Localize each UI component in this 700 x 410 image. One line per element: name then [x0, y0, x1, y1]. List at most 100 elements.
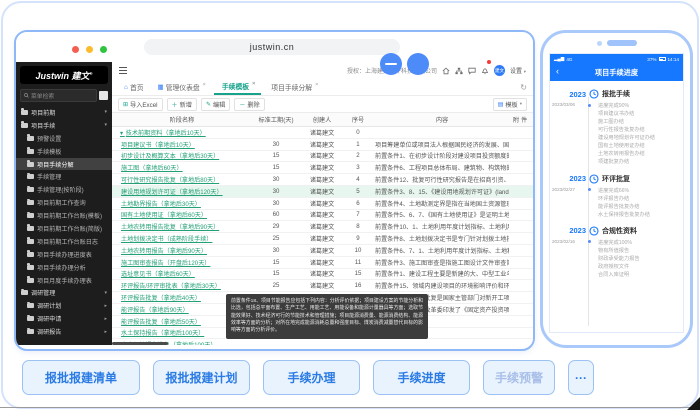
sidebar-menu-item[interactable]: 调研申请 ▸ — [16, 312, 112, 325]
col-attachment: 附件 — [509, 115, 533, 124]
sidebar-menu-item[interactable]: 项目前期工作台账(简版) — [16, 222, 112, 235]
stage-name-link[interactable]: 选址意见书（拿地后60天） — [112, 269, 252, 278]
sidebar-collapse-icon[interactable] — [99, 91, 108, 100]
hamburger-menu-icon[interactable] — [119, 67, 127, 74]
toolbar-button[interactable]: ⊞ 导入Excel — [118, 98, 163, 111]
settings-button[interactable]: 设置 ▾ — [510, 66, 526, 75]
tab-close-icon[interactable]: × — [252, 81, 255, 87]
sidebar-menu-item[interactable]: 手续管理(按阶段) — [16, 183, 112, 196]
timeline-date: 2023/03/06 — [550, 102, 588, 167]
table-row[interactable]: 施工图（拿地后60天） 15 诸葛建文 3 前置条件6、工程项目总体布局、建筑物… — [112, 162, 533, 174]
table-row[interactable]: 土地农转用报告（拿地后90天） 30 诸葛建文 10 前置条件6、7、1、土地利… — [112, 245, 533, 257]
table-row[interactable]: 国有土地使用证（拿地后60天） 60 诸葛建文 7 前置条件5、6、7、《国有土… — [112, 210, 533, 222]
toolbar-button[interactable]: － 删除 — [234, 98, 264, 111]
tab[interactable]: 项目手续分解 × — [263, 79, 324, 95]
stage-name-link[interactable]: 环评报告/环评审批表（拿地后30天） — [112, 281, 252, 290]
toolbar-button-icon: ✎ — [206, 101, 211, 108]
feature-button[interactable]: 手续进度 — [373, 360, 470, 395]
home-icon[interactable] — [442, 67, 450, 75]
sidebar-menu-item[interactable]: 调研报告 ▸ — [16, 325, 112, 338]
tab-close-icon[interactable]: × — [315, 82, 318, 88]
chat-icon[interactable] — [468, 67, 476, 75]
back-chevron-icon[interactable]: ‹ — [556, 66, 559, 76]
table-row[interactable]: 土地勘界报告（拿地后30天） 30 诸葛建文 6 前置条件4、土地勘测定界是指在… — [112, 198, 533, 210]
sidebar-menu-item[interactable]: 调研管理 ▾ — [16, 286, 112, 299]
maximize-window-icon[interactable] — [100, 46, 107, 53]
sidebar-menu-item[interactable]: 项目手续办理分析 — [16, 261, 112, 274]
table-row[interactable]: ▾ 技术前期资料（拿地后10天） 诸葛建文 0 — [112, 127, 533, 139]
tab-close-icon[interactable]: × — [203, 82, 206, 88]
row-expand-icon[interactable]: ▾ — [120, 130, 125, 137]
table-row[interactable]: 建设用地规划许可证（拿地后120天） 30 诸葛建文 5 前置条件3、8、15、… — [112, 186, 533, 198]
minimize-window-icon[interactable] — [86, 46, 93, 53]
toolbar-button-label: 编辑 — [213, 100, 225, 109]
sidebar-menu-item[interactable]: 预警设置 — [16, 132, 112, 145]
sidebar-item-label: 项目手续办理分析 — [37, 263, 86, 272]
url-bar[interactable]: justwin.cn — [144, 39, 400, 55]
sitemap-icon[interactable] — [455, 67, 463, 75]
stage-name-link[interactable]: 可行性研究报告批复（拿地后80天） — [112, 175, 252, 184]
stage-name-link[interactable]: 土地勘界报告（拿地后30天） — [112, 199, 252, 208]
sidebar-menu-item[interactable]: 项目手续 ▾ — [16, 119, 112, 132]
tab-label: 手续模板 — [222, 81, 249, 91]
feature-button[interactable]: 手续办理 — [263, 360, 360, 395]
table-row[interactable]: 施工图审查报告（开盘后120天） 15 诸葛建文 11 前置条件3、施工图审查是… — [112, 257, 533, 269]
toolbar-button[interactable]: ＋ 新增 — [167, 98, 197, 111]
tab[interactable]: ⌂ 首页 — [118, 79, 150, 95]
table-row[interactable]: 项目建议书（拿地后10天） 30 诸葛建文 1 项目筹建单位或项目法人根据国民经… — [112, 139, 533, 151]
table-row[interactable]: 土地农转用报告批复（拿地后90天） 29 诸葛建文 8 前置条件10、1、土地利… — [112, 221, 533, 233]
table-row[interactable]: 土地划拨决定书（成熟阶段手续） 25 诸葛建文 9 前置条件8、土地划拨决定书是… — [112, 233, 533, 245]
folder-icon — [27, 226, 34, 231]
content-cell: 前置条件6、7、1、土地利用年度计划指标、土地利用年度... — [372, 246, 509, 255]
sidebar-menu-item[interactable]: 项目前期工作台账日志 — [16, 235, 112, 248]
stage-name-link[interactable]: 项目建议书（拿地后10天） — [112, 140, 252, 149]
toolbar-button-label: 新增 — [180, 100, 192, 109]
timeline-group: 2023 环评批复 2023/02/27 进度完成66%环评报告办结能评报告批复… — [550, 174, 683, 219]
feature-button[interactable]: ··· — [568, 360, 594, 395]
sidebar-menu-item[interactable]: 调研计划 ▸ — [16, 299, 112, 312]
tab[interactable]: ▦ 管理仪表盘 × — [152, 79, 212, 95]
feature-button[interactable]: 报批报建计划 — [153, 360, 250, 395]
stage-name-link[interactable]: 土地划拨决定书（成熟阶段手续） — [112, 234, 252, 243]
float-circle-button[interactable] — [407, 53, 429, 75]
table-row[interactable]: 环评报告/环评审批表（拿地后30天） 25 诸葛建文 16 前置条件15、领域内… — [112, 280, 533, 292]
tab[interactable]: 手续模板 × — [214, 79, 261, 95]
sidebar-menu-item[interactable]: 项目前期工作台账(模板) — [16, 209, 112, 222]
creator-cell: 诸葛建文 — [300, 269, 344, 278]
sidebar-menu-item[interactable]: 手续模板 — [16, 145, 112, 158]
table-row[interactable]: 可行性研究报告批复（拿地后80天） 30 诸葛建文 4 前置条件12、批复可行性… — [112, 174, 533, 186]
feature-button[interactable]: 报批报建清单 — [22, 360, 140, 395]
avatar[interactable]: 建文 — [494, 65, 505, 76]
clock-icon — [589, 174, 599, 184]
horizontal-scrollbar-thumb[interactable] — [112, 342, 168, 345]
feature-button[interactable]: 手续预警 — [483, 360, 555, 395]
timeline-group-body: 2023/03/06 进度完成90%项目建议书办结施工图办结可行性报告批复办结建… — [550, 102, 683, 167]
stage-name-link[interactable]: ▾ 技术前期资料（拿地后10天） — [112, 128, 252, 137]
stage-name-link[interactable]: 国有土地使用证（拿地后60天） — [112, 210, 252, 219]
menu-search-input[interactable]: 菜单检索 — [20, 89, 97, 102]
stage-name-link[interactable]: 建设用地规划许可证（拿地后120天） — [112, 187, 252, 196]
stage-name-link[interactable]: 初步设计及概算文本（拿地后30天） — [112, 151, 252, 160]
sidebar-menu-item[interactable]: 项目月度手续办理表 — [16, 274, 112, 287]
index-cell: 16 — [344, 282, 372, 289]
notification-bell[interactable] — [481, 62, 489, 80]
bell-icon — [481, 67, 489, 75]
table-row[interactable]: 水土保持报告批复（拿地后100天） — [112, 339, 533, 345]
sidebar-menu-item[interactable]: 手续管理 — [16, 170, 112, 183]
template-dropdown-button[interactable]: ▤ 模板 ▾ — [493, 98, 527, 111]
toolbar-button[interactable]: ✎ 编辑 — [201, 98, 230, 111]
sidebar-menu-item[interactable]: 项目前期工作查询 — [16, 196, 112, 209]
stage-name-link[interactable]: 土地农转用报告（拿地后90天） — [112, 246, 252, 255]
status-bar: ▂▄▆4G 37%14:14 — [550, 54, 683, 64]
float-minus-button[interactable] — [380, 53, 402, 75]
stage-name-link[interactable]: 施工图（拿地后60天） — [112, 163, 252, 172]
table-row[interactable]: 选址意见书（拿地后60天） 15 诸葛建文 15 前置条件1、建设工程主要是新建… — [112, 269, 533, 281]
refresh-icon[interactable]: ↻ — [520, 83, 527, 92]
sidebar-menu-item[interactable]: 项目前期 ▾ — [16, 106, 112, 119]
sidebar-menu-item[interactable]: 项目手续分解 — [16, 158, 112, 171]
sidebar-menu-item[interactable]: 项目手续办理进度表 — [16, 248, 112, 261]
stage-name-link[interactable]: 施工图审查报告（开盘后120天） — [112, 258, 252, 267]
close-window-icon[interactable] — [72, 46, 79, 53]
stage-name-link[interactable]: 土地农转用报告批复（拿地后90天） — [112, 222, 252, 231]
table-row[interactable]: 初步设计及概算文本（拿地后30天） 15 诸葛建文 2 前置条件1、在初步设计阶… — [112, 151, 533, 163]
